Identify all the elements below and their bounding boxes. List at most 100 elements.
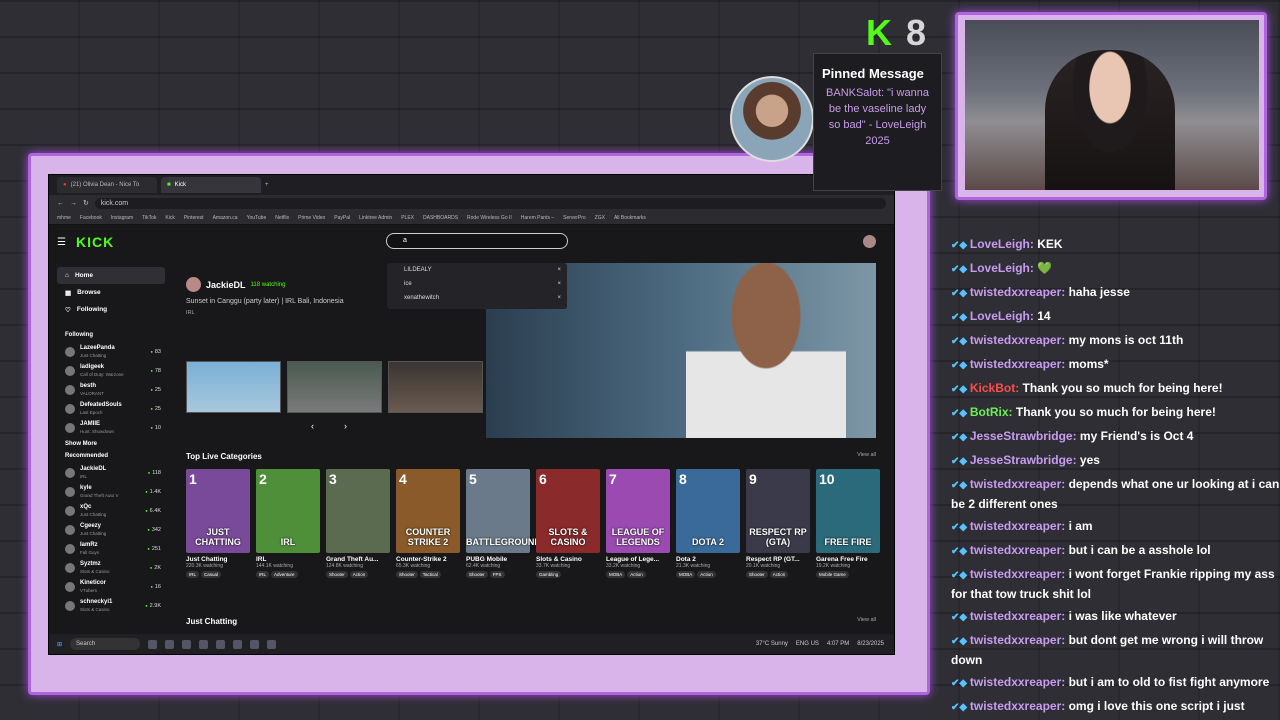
taskbar-search[interactable]: Search xyxy=(70,638,141,650)
bookmark-item[interactable]: Facebook xyxy=(80,215,102,221)
bookmark-item[interactable]: mhme xyxy=(57,215,71,221)
category-tag[interactable]: MOBA xyxy=(676,571,696,578)
bookmark-item[interactable]: Harem Pants – xyxy=(521,215,554,221)
search-suggestion[interactable]: xenathewitch × xyxy=(387,291,567,305)
sidebar-channel[interactable]: JackieDLIRL 118 xyxy=(57,463,165,482)
category-tag[interactable]: Shooter xyxy=(396,571,418,578)
chevron-right-icon[interactable]: › xyxy=(344,421,347,431)
view-all-link[interactable]: View all xyxy=(857,452,876,461)
featured-avatar[interactable] xyxy=(186,277,201,292)
category-tag[interactable]: IRL xyxy=(186,571,200,578)
chat-username[interactable]: LoveLeigh: xyxy=(970,237,1034,251)
close-icon[interactable]: × xyxy=(557,295,561,301)
category-card[interactable]: 3 Grand Theft Au... 124.8K watching Shooter… xyxy=(326,469,390,578)
category-card[interactable]: 1 JUST CHATTING Just Chatting 220.3K watchi… xyxy=(186,469,250,578)
bookmark-item[interactable]: PLEX xyxy=(401,215,414,221)
taskbar-app-icon[interactable] xyxy=(199,639,209,649)
forward-icon[interactable]: → xyxy=(70,200,77,207)
windows-start-icon[interactable]: ⊞ xyxy=(57,641,62,648)
category-tag[interactable]: Action xyxy=(697,571,716,578)
taskbar-app-icon[interactable] xyxy=(148,639,158,649)
chat-username[interactable]: twistedxxreaper: xyxy=(970,567,1065,581)
taskbar-app-icon[interactable] xyxy=(250,639,260,649)
chat-username[interactable]: twistedxxreaper: xyxy=(970,609,1065,623)
nav-home[interactable]: ⌂ Home xyxy=(57,267,165,284)
search-suggestion[interactable]: ice × xyxy=(387,277,567,291)
chat-username[interactable]: LoveLeigh: xyxy=(970,261,1034,275)
show-more-link[interactable]: Show More xyxy=(65,441,165,447)
bookmark-item[interactable]: Kick xyxy=(165,215,174,221)
featured-category[interactable]: IRL xyxy=(186,310,344,316)
bookmark-item[interactable]: PayPal xyxy=(334,215,350,221)
chat-username[interactable]: LoveLeigh: xyxy=(970,309,1034,323)
close-icon[interactable]: × xyxy=(557,267,561,273)
category-card[interactable]: 8 DOTA 2 Dota 2 21.3K watching MOBA Action xyxy=(676,469,740,578)
category-tag[interactable]: Action xyxy=(349,571,369,578)
category-tag[interactable]: MOBA xyxy=(606,571,626,578)
bookmark-item[interactable]: DASHBOARDS xyxy=(423,215,458,221)
user-avatar[interactable] xyxy=(863,235,876,248)
sidebar-channel[interactable]: CgeezyJust Chatting 342 xyxy=(57,520,165,539)
bookmark-item[interactable]: Linktree Admin xyxy=(359,215,392,221)
chat-username[interactable]: twistedxxreaper: xyxy=(970,543,1065,557)
category-tag[interactable]: Tactical xyxy=(419,571,441,578)
sidebar-channel[interactable]: DefeatedSoulsLast Epoch 25 xyxy=(57,399,165,418)
browser-tab[interactable]: ● (21) Olivia Dean - Nice To xyxy=(57,177,157,193)
bookmark-item[interactable]: TikTok xyxy=(142,215,156,221)
bookmark-item[interactable]: ServerPro xyxy=(563,215,586,221)
chat-username[interactable]: JesseStrawbridge: xyxy=(970,429,1077,443)
chat-username[interactable]: JesseStrawbridge: xyxy=(970,453,1077,467)
bookmark-item[interactable]: Prime Video xyxy=(298,215,325,221)
sidebar-channel[interactable]: ladigeekCall of Duty: Warzone 78 xyxy=(57,361,165,380)
category-tag[interactable]: Shooter xyxy=(466,571,488,578)
sidebar-channel[interactable]: xQcJust Chatting 6.4K xyxy=(57,501,165,520)
category-card[interactable]: 5 BATTLEGROUNDS PUBG Mobile 62.4K watching S… xyxy=(466,469,547,578)
bookmark-item[interactable]: All Bookmarks xyxy=(614,215,646,221)
sidebar-channel[interactable]: kyleGrand Theft Auto V 1.4K xyxy=(57,482,165,501)
category-tag[interactable]: Mobile Game xyxy=(816,571,849,578)
nav-browse[interactable]: ▦ Browse xyxy=(57,284,165,301)
carousel-thumb[interactable] xyxy=(186,361,281,413)
chat-username[interactable]: twistedxxreaper: xyxy=(970,675,1065,689)
bookmark-item[interactable]: YouTube xyxy=(247,215,267,221)
chevron-left-icon[interactable]: ‹ xyxy=(311,421,314,431)
category-tag[interactable]: Shooter xyxy=(326,571,348,578)
carousel-thumb[interactable] xyxy=(287,361,382,413)
category-tag[interactable]: IRL xyxy=(256,571,270,578)
category-tag[interactable]: Shooter xyxy=(746,571,768,578)
category-card[interactable]: 6 SLOTS & CASINO Slots & Casino 33.7K watch… xyxy=(536,469,600,578)
back-icon[interactable]: ← xyxy=(57,200,64,207)
taskbar-app-icon[interactable] xyxy=(267,639,277,649)
new-tab-icon[interactable]: + xyxy=(265,182,269,188)
bookmark-item[interactable]: Rode Wireless Go II xyxy=(467,215,512,221)
carousel-thumb[interactable] xyxy=(388,361,483,413)
category-card[interactable]: 7 LEAGUE OF LEGENDS League of Lege... 33.2K… xyxy=(606,469,670,578)
chat-username[interactable]: twistedxxreaper: xyxy=(970,633,1065,647)
bookmark-item[interactable]: Pinterest xyxy=(184,215,204,221)
taskbar-app-icon[interactable] xyxy=(233,639,243,649)
bookmark-item[interactable]: Netflix xyxy=(275,215,289,221)
bookmark-item[interactable]: Instagram xyxy=(111,215,133,221)
category-tag[interactable]: Action xyxy=(769,571,789,578)
sidebar-channel[interactable]: SyztmzSlots & Casino 2K xyxy=(57,558,165,577)
browser-tab-active[interactable]: ■ Kick xyxy=(161,177,261,193)
category-tag[interactable]: Adventure xyxy=(271,571,298,578)
kick-logo[interactable]: KICK xyxy=(76,234,114,250)
language[interactable]: ENG US xyxy=(796,641,819,647)
sidebar-channel[interactable]: schneckyi1Slots & Casino 2.9K xyxy=(57,596,165,615)
weather[interactable]: 37°C Sunny xyxy=(756,641,788,647)
sidebar-channel[interactable]: IamRzFall Guys 251 xyxy=(57,539,165,558)
category-tag[interactable]: Casual xyxy=(201,571,222,578)
chat-username[interactable]: BotRix: xyxy=(970,405,1013,419)
chat-username[interactable]: twistedxxreaper: xyxy=(970,357,1065,371)
category-tag[interactable]: Action xyxy=(627,571,646,578)
search-input[interactable]: a xyxy=(386,233,568,249)
chat-username[interactable]: KickBot: xyxy=(970,381,1019,395)
nav-following[interactable]: ♡ Following xyxy=(57,301,165,318)
featured-streamer[interactable]: JackieDL xyxy=(206,280,246,290)
category-tag[interactable]: FPS xyxy=(489,571,505,578)
url-field[interactable]: kick.com xyxy=(94,197,886,209)
reload-icon[interactable]: ↻ xyxy=(83,199,89,207)
taskbar-app-icon[interactable] xyxy=(182,639,192,649)
sidebar-channel[interactable]: KineticorVTubers 16 xyxy=(57,577,165,596)
